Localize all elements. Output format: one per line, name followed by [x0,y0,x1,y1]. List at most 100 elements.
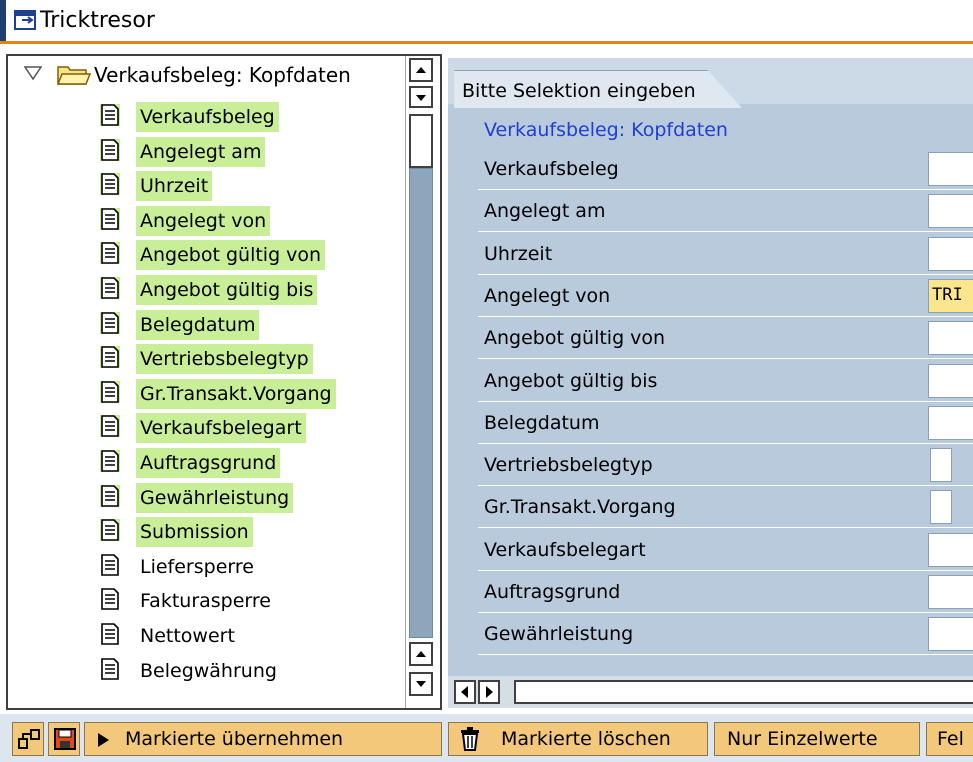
field-input[interactable] [928,194,973,229]
single-values-label: Nur Einzelwerte [727,728,878,750]
trash-icon [461,727,479,751]
field-label: Angelegt von [484,284,611,307]
tree-item[interactable]: Belegdatum [8,304,400,340]
play-arrow-icon [98,733,109,747]
tree-item[interactable]: Verkaufsbeleg [8,96,400,132]
field-input[interactable] [928,152,973,186]
document-icon [100,450,120,472]
field-label: Angebot gültig bis [484,369,658,392]
selection-field-row: Gr.Transakt.Vorgang [478,486,973,529]
document-icon [100,380,120,403]
tree-scrollbar[interactable] [405,56,435,708]
single-values-button[interactable]: Nur Einzelwerte [714,722,920,756]
field-input[interactable] [928,321,973,356]
field-input[interactable] [928,532,973,567]
tree-item[interactable]: Auftragsgrund [8,442,400,478]
document-icon [100,138,120,161]
tree-item[interactable]: Gr.Transakt.Vorgang [8,373,400,409]
scroll-up-button-bottom[interactable] [409,642,433,666]
scroll-thumb[interactable] [409,114,433,168]
document-icon [100,242,120,265]
arrow-left-icon [461,686,468,698]
tree-item-label: Angelegt am [136,136,266,167]
action-toolbar: Markierte übernehmen Markierte löschen N… [0,712,973,762]
hierarchy-button[interactable] [12,722,44,756]
truncated-button[interactable]: Fel [926,722,973,756]
document-icon [100,588,120,611]
tree-item[interactable]: Angelegt von [8,200,400,236]
document-icon [100,277,120,299]
field-label: Gewährleistung [484,623,634,646]
tree-item-label: Verkaufsbelegart [136,413,306,444]
field-tree: Verkaufsbeleg: Kopfdaten Verkaufsbeleg An… [6,54,442,710]
field-input[interactable] [930,448,952,483]
arrow-down-icon [416,95,426,101]
folder-open-icon [56,66,92,85]
horizontal-scrollbar[interactable] [448,676,973,708]
selection-field-row: Belegdatum [478,402,973,444]
tree-item[interactable]: Belegwährung [8,650,400,684]
tree-item[interactable]: Verkaufsbelegart [8,407,400,444]
document-icon [100,104,120,126]
hierarchy-icon [18,729,40,749]
scroll-down-button[interactable] [409,86,433,108]
tree-item[interactable]: Angebot gültig von [8,234,400,271]
field-input[interactable]: TRI [928,278,973,313]
tree-item[interactable]: Angelegt am [8,131,400,167]
selection-field-row: Angebot gültig bis [478,360,973,402]
horizontal-scroll-track[interactable] [514,680,973,704]
tree-item-label: Auftragsgrund [136,448,281,478]
selection-field-row: Uhrzeit [478,233,973,275]
tree-item-label: Gewährleistung [136,482,294,513]
delete-selected-button[interactable]: Markierte löschen [448,722,708,756]
selection-field-row: Gewährleistung [478,613,973,656]
tab-selection[interactable]: Bitte Selektion eingeben [454,70,742,108]
scroll-up-button[interactable] [409,58,433,82]
tree-item[interactable]: Submission [8,511,400,548]
tree-item-label: Belegwährung [140,659,277,682]
section-title: Verkaufsbeleg: Kopfdaten [484,119,728,141]
tree-item[interactable]: Vertriebsbelegtyp [8,338,400,375]
scroll-right-button[interactable] [478,680,500,704]
tree-root-label[interactable]: Verkaufsbeleg: Kopfdaten [94,60,351,90]
selection-field-row: Angebot gültig von [478,317,973,360]
tree-item[interactable]: Uhrzeit [8,165,400,202]
document-icon [100,311,120,334]
document-icon [100,346,120,369]
field-label: Gr.Transakt.Vorgang [484,496,676,519]
tree-item[interactable]: Gewährleistung [8,477,400,513]
document-icon [100,657,120,680]
transfer-selected-label: Markierte übernehmen [125,728,344,750]
field-input[interactable] [928,363,973,398]
field-input[interactable] [928,405,973,440]
selection-field-row: Angelegt am [478,190,973,233]
selection-field-row: Auftragsgrund [478,571,973,613]
tree-item[interactable]: Nettowert [8,615,400,649]
transfer-selected-button[interactable]: Markierte übernehmen [84,722,442,756]
field-label: Angelegt am [484,200,606,223]
scroll-left-button[interactable] [454,680,476,704]
tree-item-label: Gr.Transakt.Vorgang [136,378,336,409]
tree-item-label: Angelegt von [136,205,271,236]
document-icon [100,173,120,196]
tree-item[interactable]: Fakturasperre [8,580,400,614]
field-input[interactable] [928,575,973,609]
save-button[interactable] [48,722,80,756]
field-input[interactable] [930,490,952,525]
tree-item-label: Submission [136,517,253,548]
window-title: Tricktresor [40,8,155,33]
tree-item[interactable]: Angebot gültig bis [8,269,400,305]
tree-item-label: Nettowert [140,625,235,647]
scroll-track[interactable] [409,168,433,638]
field-input[interactable] [928,617,973,652]
field-label: Belegdatum [484,411,600,434]
document-icon [100,623,120,645]
scroll-down-button-bottom[interactable] [409,672,433,696]
document-icon [100,207,120,230]
field-label: Vertriebsbelegtyp [484,454,653,477]
field-input[interactable] [928,236,973,271]
tree-item[interactable]: Liefersperre [8,546,400,580]
collapse-triangle-icon[interactable] [24,65,42,81]
tree-item-label: Vertriebsbelegtyp [136,344,313,375]
field-label: Angebot gültig von [484,327,666,350]
